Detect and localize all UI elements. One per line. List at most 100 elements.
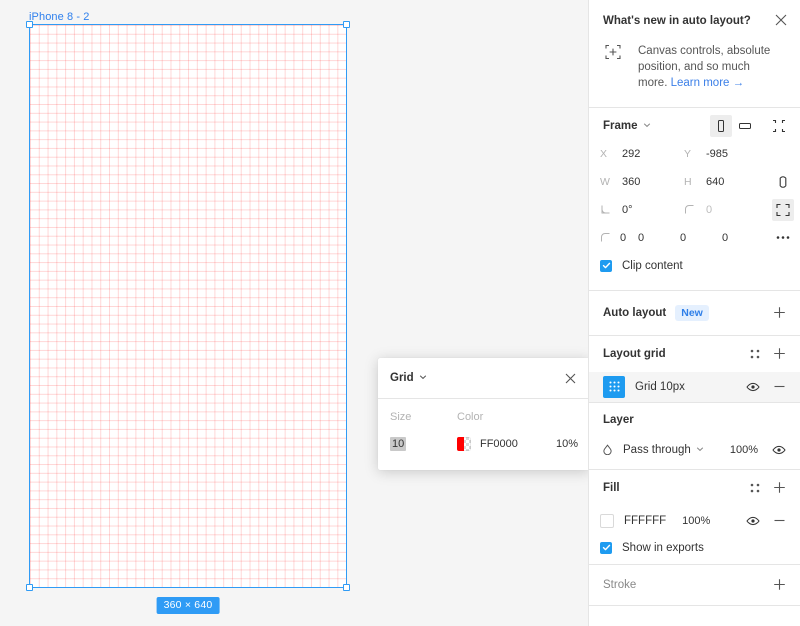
learn-more-link[interactable]: Learn more →	[671, 75, 745, 91]
corner-top-left-field[interactable]: 0	[594, 226, 636, 250]
fill-hex-value[interactable]: FFFFFF	[624, 515, 666, 527]
add-fill-button[interactable]	[768, 477, 790, 499]
whats-new-card: What's new in auto layout? Canvas contro…	[589, 0, 800, 107]
width-label: W	[600, 175, 610, 188]
corner-top-left-value: 0	[620, 231, 627, 244]
frame-label[interactable]: iPhone 8 - 2	[29, 11, 90, 23]
frame-orientation-controls	[710, 114, 790, 137]
layer-title: Layer	[603, 413, 634, 426]
rotation-field[interactable]: 0°	[594, 198, 678, 222]
eye-icon[interactable]	[742, 376, 764, 398]
chevron-down-icon[interactable]	[696, 445, 703, 452]
layer-blend-row: Pass through 100%	[589, 437, 800, 469]
constrain-proportions-icon[interactable]	[772, 171, 794, 193]
chevron-down-icon[interactable]	[643, 121, 650, 128]
grid-color-opacity-input[interactable]: 10%	[556, 438, 578, 450]
whats-new-body: Canvas controls, absolute position, and …	[603, 43, 786, 91]
layout-grid-icon[interactable]	[603, 375, 625, 398]
corner-radius-icon	[600, 232, 616, 243]
blend-mode-value[interactable]: Pass through	[623, 444, 703, 456]
selection-handle-top-left[interactable]	[26, 21, 33, 28]
show-in-exports-row[interactable]: Show in exports	[589, 536, 800, 564]
canvas-controls-icon	[605, 44, 621, 60]
grid-color-hex-input[interactable]: FF0000	[480, 438, 556, 450]
corner-top-right-value: 0	[638, 231, 645, 244]
grid-size-input[interactable]: 10	[390, 437, 457, 451]
remove-fill-button[interactable]	[768, 510, 790, 532]
fill-opacity-value[interactable]: 100%	[682, 515, 710, 527]
whats-new-close-button[interactable]	[771, 10, 791, 30]
grid-popup-title[interactable]: Grid	[390, 372, 426, 384]
design-canvas[interactable]: iPhone 8 - 2 360 × 640	[0, 0, 588, 626]
grid-popup-close-button[interactable]	[560, 368, 580, 388]
independent-corners-icon[interactable]	[772, 198, 794, 221]
y-label: Y	[684, 147, 692, 160]
individual-corners-row: 0 0 0 0	[589, 224, 800, 252]
clip-content-row[interactable]: Clip content	[589, 252, 800, 280]
collapse-icon[interactable]	[768, 115, 790, 137]
corner-top-right-field[interactable]: 0	[636, 226, 678, 250]
frame-section-header: Frame	[589, 108, 800, 140]
frame-title-text: Frame	[603, 119, 638, 132]
whats-new-section: What's new in auto layout? Canvas contro…	[589, 0, 800, 108]
fill-header: Fill	[589, 470, 800, 506]
chevron-down-icon[interactable]	[419, 373, 426, 380]
grid-popup-values-row: 10 FF0000 10%	[390, 437, 578, 451]
add-stroke-button[interactable]	[768, 574, 790, 596]
clip-content-checkbox[interactable]	[600, 259, 612, 272]
corner-radius-field[interactable]: 0	[678, 198, 762, 222]
phone-landscape-icon[interactable]	[734, 115, 756, 137]
corner-bottom-left-field[interactable]: 0	[720, 226, 762, 250]
selected-frame[interactable]: 360 × 640	[26, 21, 350, 614]
x-value: 292	[622, 147, 641, 160]
fill-section: Fill FFFFFF 100% Show in exports	[589, 470, 800, 565]
layout-grid-item[interactable]: Grid 10px	[589, 371, 800, 402]
properties-panel: What's new in auto layout? Canvas contro…	[588, 0, 800, 626]
layer-opacity-value[interactable]: 100%	[730, 444, 758, 456]
y-field[interactable]: Y -985	[678, 142, 762, 166]
fill-styles-icon[interactable]	[744, 477, 766, 499]
phone-portrait-icon[interactable]	[710, 114, 732, 137]
add-auto-layout-button[interactable]	[768, 302, 790, 324]
clip-content-label: Clip content	[622, 259, 683, 272]
selection-handle-bottom-right[interactable]	[343, 584, 350, 591]
whats-new-title: What's new in auto layout?	[603, 15, 751, 27]
layout-grid-header: Layout grid	[589, 336, 800, 372]
frame-section: Frame X 292 Y -985 W 360 H 640 0° 0 0 0 …	[589, 108, 800, 291]
rotation-value: 0°	[622, 203, 633, 216]
x-field[interactable]: X 292	[594, 142, 678, 166]
corner-bottom-right-field[interactable]: 0	[678, 226, 720, 250]
layout-grid-title: Layout grid	[603, 347, 666, 360]
selection-handle-bottom-left[interactable]	[26, 584, 33, 591]
fill-color-swatch[interactable]	[600, 513, 614, 528]
auto-layout-new-badge: New	[675, 304, 709, 321]
grid-settings-popup[interactable]: Grid Size Color 10 FF0000 10%	[378, 358, 590, 470]
layout-grid-item-label: Grid 10px	[635, 380, 685, 393]
layer-header: Layer	[589, 403, 800, 437]
fill-title: Fill	[603, 481, 620, 494]
x-label: X	[600, 147, 608, 160]
height-value: 640	[706, 175, 725, 188]
blend-mode-icon	[600, 444, 614, 456]
eye-icon[interactable]	[742, 510, 764, 532]
grid-popup-body: Size Color 10 FF0000 10%	[378, 399, 590, 451]
grid-color-swatch[interactable]	[456, 437, 471, 451]
grid-popup-title-text: Grid	[390, 372, 414, 384]
rotation-icon	[600, 204, 616, 215]
stroke-section: Stroke	[589, 565, 800, 606]
add-layout-grid-button[interactable]	[768, 343, 790, 365]
more-options-icon[interactable]	[772, 227, 794, 249]
grid-popup-column-labels: Size Color	[390, 411, 578, 423]
fill-item[interactable]: FFFFFF 100%	[589, 506, 800, 536]
stroke-title: Stroke	[603, 578, 637, 591]
selection-handle-top-right[interactable]	[343, 21, 350, 28]
stroke-header: Stroke	[589, 565, 800, 605]
width-field[interactable]: W 360	[594, 170, 678, 194]
remove-layout-grid-button[interactable]	[768, 376, 790, 398]
eye-icon[interactable]	[768, 439, 790, 461]
frame-title[interactable]: Frame	[603, 120, 650, 132]
grid-styles-icon[interactable]	[744, 343, 766, 365]
corner-bottom-right-value: 0	[680, 231, 687, 244]
height-field[interactable]: H 640	[678, 170, 762, 194]
show-in-exports-checkbox[interactable]	[600, 541, 612, 554]
